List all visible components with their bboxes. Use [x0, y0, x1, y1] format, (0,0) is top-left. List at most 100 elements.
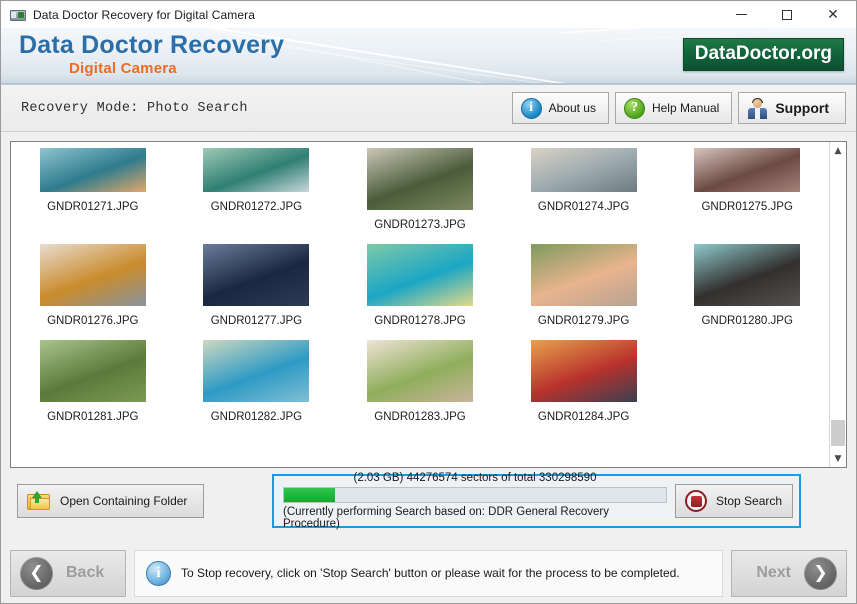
camera-icon: [10, 7, 26, 23]
thumbnail-item[interactable]: GNDR01271.JPG: [11, 146, 175, 242]
chevron-left-icon: ❮: [20, 557, 53, 590]
thumbnail-image[interactable]: [694, 148, 800, 192]
person-icon: [747, 98, 768, 119]
open-folder-label: Open Containing Folder: [60, 494, 187, 508]
folder-upload-icon: [27, 492, 51, 511]
about-us-label: About us: [549, 101, 596, 115]
progress-note: (Currently performing Search based on: D…: [283, 506, 667, 530]
thumbnail-label: GNDR01282.JPG: [211, 411, 302, 423]
thumbnail-label: GNDR01283.JPG: [374, 411, 465, 423]
thumbnail-image[interactable]: [531, 340, 637, 402]
thumbnail-image[interactable]: [531, 244, 637, 306]
support-label: Support: [775, 100, 829, 116]
thumbnail-item[interactable]: GNDR01274.JPG: [502, 146, 666, 242]
thumbnail-item[interactable]: GNDR01273.JPG: [338, 146, 502, 242]
thumbnail-label: GNDR01284.JPG: [538, 411, 629, 423]
recovery-mode-label: Recovery Mode: Photo Search: [21, 101, 248, 116]
question-icon: ?: [624, 98, 645, 119]
thumbnail-image[interactable]: [40, 148, 146, 192]
info-icon: i: [521, 98, 542, 119]
thumbnail-image[interactable]: [367, 148, 473, 210]
info-icon: i: [146, 561, 171, 586]
thumbnail-label: GNDR01281.JPG: [47, 411, 138, 423]
chevron-right-icon: ❯: [804, 557, 837, 590]
search-progress-panel: (2.03 GB) 44276574 sectors of total 3302…: [272, 474, 801, 528]
thumbnail-image[interactable]: [531, 148, 637, 192]
progress-bar: [283, 487, 667, 503]
next-button[interactable]: Next ❯: [731, 550, 847, 597]
stop-search-button[interactable]: Stop Search: [675, 484, 793, 518]
thumbnail-image[interactable]: [694, 244, 800, 306]
close-button[interactable]: ✕: [810, 1, 856, 28]
thumbnail-item[interactable]: GNDR01281.JPG: [11, 338, 175, 434]
window-controls: ✕: [718, 1, 856, 28]
thumbnail-item[interactable]: GNDR01280.JPG: [665, 242, 829, 338]
thumbnail-item[interactable]: GNDR01278.JPG: [338, 242, 502, 338]
help-manual-button[interactable]: ? Help Manual: [615, 92, 732, 124]
thumbnail-label: GNDR01279.JPG: [538, 315, 629, 327]
header-button-group: i About us ? Help Manual Support: [512, 92, 846, 124]
thumbnail-item[interactable]: GNDR01284.JPG: [502, 338, 666, 434]
product-subtitle: Digital Camera: [69, 60, 177, 77]
maximize-button[interactable]: [764, 1, 810, 28]
status-message-bar: i To Stop recovery, click on 'Stop Searc…: [134, 550, 723, 597]
support-button[interactable]: Support: [738, 92, 846, 124]
thumbnail-item[interactable]: GNDR01276.JPG: [11, 242, 175, 338]
product-title: Data Doctor Recovery: [19, 31, 284, 60]
footer-nav: ❮ Back i To Stop recovery, click on 'Sto…: [1, 543, 856, 603]
thumbnail-image[interactable]: [367, 340, 473, 402]
app-window: Data Doctor Recovery for Digital Camera …: [0, 0, 857, 604]
thumbnail-item[interactable]: GNDR01272.JPG: [175, 146, 339, 242]
scrollbar-thumb[interactable]: [831, 420, 845, 446]
minimize-button[interactable]: [718, 1, 764, 28]
thumbnail-grid: GNDR01271.JPG GNDR01272.JPG GNDR01273.JPG G…: [11, 142, 829, 467]
thumbnail-image[interactable]: [203, 244, 309, 306]
thumbnail-label: GNDR01277.JPG: [211, 315, 302, 327]
app-banner: Data Doctor Recovery Digital Camera Data…: [1, 28, 856, 85]
progress-left: (2.03 GB) 44276574 sectors of total 3302…: [274, 468, 675, 534]
stop-search-label: Stop Search: [716, 494, 782, 508]
thumbnail-label: GNDR01273.JPG: [374, 219, 465, 231]
thumbnail-scrollbar[interactable]: ▲ ▼: [829, 142, 846, 467]
progress-bar-fill: [284, 488, 335, 502]
thumbnail-item[interactable]: GNDR01277.JPG: [175, 242, 339, 338]
thumbnail-label: GNDR01280.JPG: [701, 315, 792, 327]
window-title: Data Doctor Recovery for Digital Camera: [33, 8, 255, 22]
brand-logo[interactable]: DataDoctor.org: [683, 38, 844, 71]
scroll-up-icon[interactable]: ▲: [830, 142, 846, 159]
thumbnail-label: GNDR01271.JPG: [47, 201, 138, 213]
thumbnail-label: GNDR01274.JPG: [538, 201, 629, 213]
help-manual-label: Help Manual: [652, 101, 719, 115]
back-button[interactable]: ❮ Back: [10, 550, 126, 597]
thumbnail-item[interactable]: GNDR01279.JPG: [502, 242, 666, 338]
thumbnail-image[interactable]: [203, 148, 309, 192]
content-area: GNDR01271.JPG GNDR01272.JPG GNDR01273.JPG G…: [10, 141, 847, 543]
title-bar: Data Doctor Recovery for Digital Camera …: [1, 1, 856, 28]
thumbnail-item[interactable]: GNDR01275.JPG: [665, 146, 829, 242]
status-row: Open Containing Folder (2.03 GB) 4427657…: [10, 473, 847, 529]
thumbnail-item[interactable]: GNDR01283.JPG: [338, 338, 502, 434]
next-label: Next: [756, 564, 791, 582]
thumbnail-image[interactable]: [40, 340, 146, 402]
thumbnail-image[interactable]: [203, 340, 309, 402]
status-message: To Stop recovery, click on 'Stop Search'…: [181, 566, 680, 580]
thumbnail-label: GNDR01278.JPG: [374, 315, 465, 327]
minimize-icon: [736, 14, 747, 15]
close-icon: ✕: [827, 8, 839, 22]
recovery-mode-bar: Recovery Mode: Photo Search i About us ?…: [1, 85, 856, 132]
scrollbar-track[interactable]: [830, 159, 846, 450]
thumbnail-image[interactable]: [367, 244, 473, 306]
progress-caption: (2.03 GB) 44276574 sectors of total 3302…: [283, 472, 667, 484]
thumbnail-image[interactable]: [40, 244, 146, 306]
thumbnail-panel: GNDR01271.JPG GNDR01272.JPG GNDR01273.JPG G…: [10, 141, 847, 468]
stop-icon: [685, 490, 707, 512]
thumbnail-item[interactable]: GNDR01282.JPG: [175, 338, 339, 434]
thumbnail-label: GNDR01276.JPG: [47, 315, 138, 327]
maximize-icon: [782, 10, 792, 20]
thumbnail-label: GNDR01275.JPG: [701, 201, 792, 213]
thumbnail-label: GNDR01272.JPG: [211, 201, 302, 213]
back-label: Back: [66, 564, 104, 582]
about-us-button[interactable]: i About us: [512, 92, 609, 124]
open-containing-folder-button[interactable]: Open Containing Folder: [17, 484, 204, 518]
scroll-down-icon[interactable]: ▼: [830, 450, 846, 467]
